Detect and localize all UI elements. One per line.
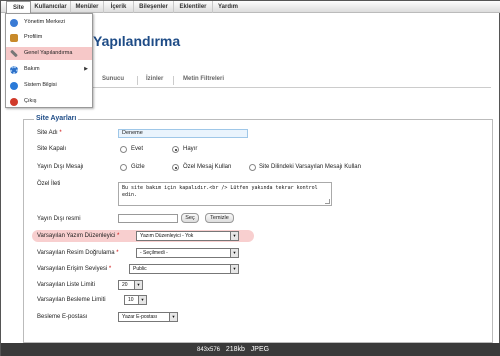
tab-permissions[interactable]: İzinler [146,76,163,82]
gear-icon [10,66,18,74]
default-editor-label: Varsayılan Yazım Düzenleyici * [37,233,120,239]
offline-message-custom-label: Özel Mesaj Kullan [183,164,232,170]
logout-icon [10,98,18,106]
image-info-bar: 843x576 218kb JPEG [1,343,500,356]
control-panel-icon [10,19,18,27]
custom-message-textarea[interactable]: Bu site bakım için kapalıdır.<br /> Lütf… [118,182,332,206]
site-dropdown-menu: Yönetim Merkezi Profilim Genel Yapılandı… [5,13,93,108]
dropdown-item-maintenance[interactable]: Bakım ▶ [6,63,92,76]
dropdown-item-global-configuration[interactable]: Genel Yapılandırma [6,47,92,60]
site-name-input[interactable]: Deneme [118,129,248,138]
tab-text-filters[interactable]: Metin Filtreleri [183,76,224,82]
offline-message-default-radio[interactable] [249,164,256,171]
site-offline-no-label: Hayır [183,146,198,152]
menu-menus[interactable]: Menüler [71,1,104,13]
info-icon [10,82,18,90]
offline-message-hide-radio[interactable] [120,164,127,171]
tab-divider [137,76,138,85]
default-editor-select[interactable]: Yazım Düzenleyici - Yok ▼ [136,231,239,241]
feed-email-select[interactable]: Yazar E-postası ▼ [118,312,178,322]
chevron-down-icon: ▼ [138,296,146,304]
tab-divider [173,76,174,85]
custom-message-label: Özel İleti [37,181,61,187]
page-title: Yapılandırma [93,33,181,49]
menu-help[interactable]: Yardım [213,1,243,13]
offline-message-default-label: Site Dilindeki Varsayılan Mesajı Kullan [259,164,361,170]
site-offline-no-radio[interactable] [172,146,179,153]
default-captcha-select[interactable]: - Seçilmedi - ▼ [136,248,239,258]
top-menubar: Site Kullanıcılar Menüler İçerik Bileşen… [1,1,500,13]
clear-image-button[interactable]: Temizle [205,213,234,223]
chevron-down-icon: ▼ [230,265,238,273]
menu-content[interactable]: İçerik [104,1,134,13]
fieldset-legend: Site Ayarları [34,115,79,122]
chevron-down-icon: ▼ [230,249,238,257]
offline-message-hide-label: Gizle [131,164,145,170]
wrench-icon [10,49,18,58]
chevron-down-icon: ▼ [169,313,177,321]
menu-site[interactable]: Site [6,1,31,13]
feed-limit-label: Varsayılan Besleme Limiti [37,297,106,303]
offline-message-label: Yayın Dışı Mesajı [37,164,84,170]
dropdown-item-logout[interactable]: Çıkış [6,95,92,108]
list-limit-select[interactable]: 20 ▼ [118,280,143,290]
submenu-arrow-icon: ▶ [84,66,88,72]
dropdown-item-my-profile[interactable]: Profilim [6,31,92,44]
default-access-select[interactable]: Public ▼ [129,264,239,274]
offline-image-input[interactable] [118,214,178,223]
feed-limit-select[interactable]: 10 ▼ [124,295,147,305]
dropdown-item-control-panel[interactable]: Yönetim Merkezi [6,16,92,29]
list-limit-label: Varsayılan Liste Limiti [37,282,95,288]
user-profile-icon [10,34,18,42]
tab-server[interactable]: Sunucu [102,76,124,82]
select-image-button[interactable]: Seç [181,213,199,223]
menu-components[interactable]: Bileşenler [134,1,174,13]
chevron-down-icon: ▼ [230,232,238,240]
site-offline-yes-label: Evet [131,146,144,152]
image-dimensions: 843x576 [197,347,221,353]
menu-users[interactable]: Kullanıcılar [31,1,71,13]
site-offline-yes-radio[interactable] [120,146,127,153]
menu-extensions[interactable]: Eklentiler [174,1,213,13]
offline-image-label: Yayın Dışı resmi [37,216,81,222]
default-access-label: Varsayılan Erişim Seviyesi * [37,266,112,272]
resize-handle-icon[interactable] [325,199,330,204]
dropdown-item-system-info[interactable]: Sistem Bilgisi [6,79,92,92]
image-size: 218kb [225,346,245,353]
site-name-label: Site Adı * [37,130,62,136]
site-offline-label: Site Kapalı [37,146,67,152]
image-info-text: 843x576 218kb JPEG [197,346,269,353]
offline-message-custom-radio[interactable] [172,164,179,171]
chevron-down-icon: ▼ [134,281,142,289]
default-captcha-label: Varsayılan Resim Doğrulama * [37,250,119,256]
feed-email-label: Besleme E-postası [37,314,88,320]
image-format: JPEG [250,346,270,353]
